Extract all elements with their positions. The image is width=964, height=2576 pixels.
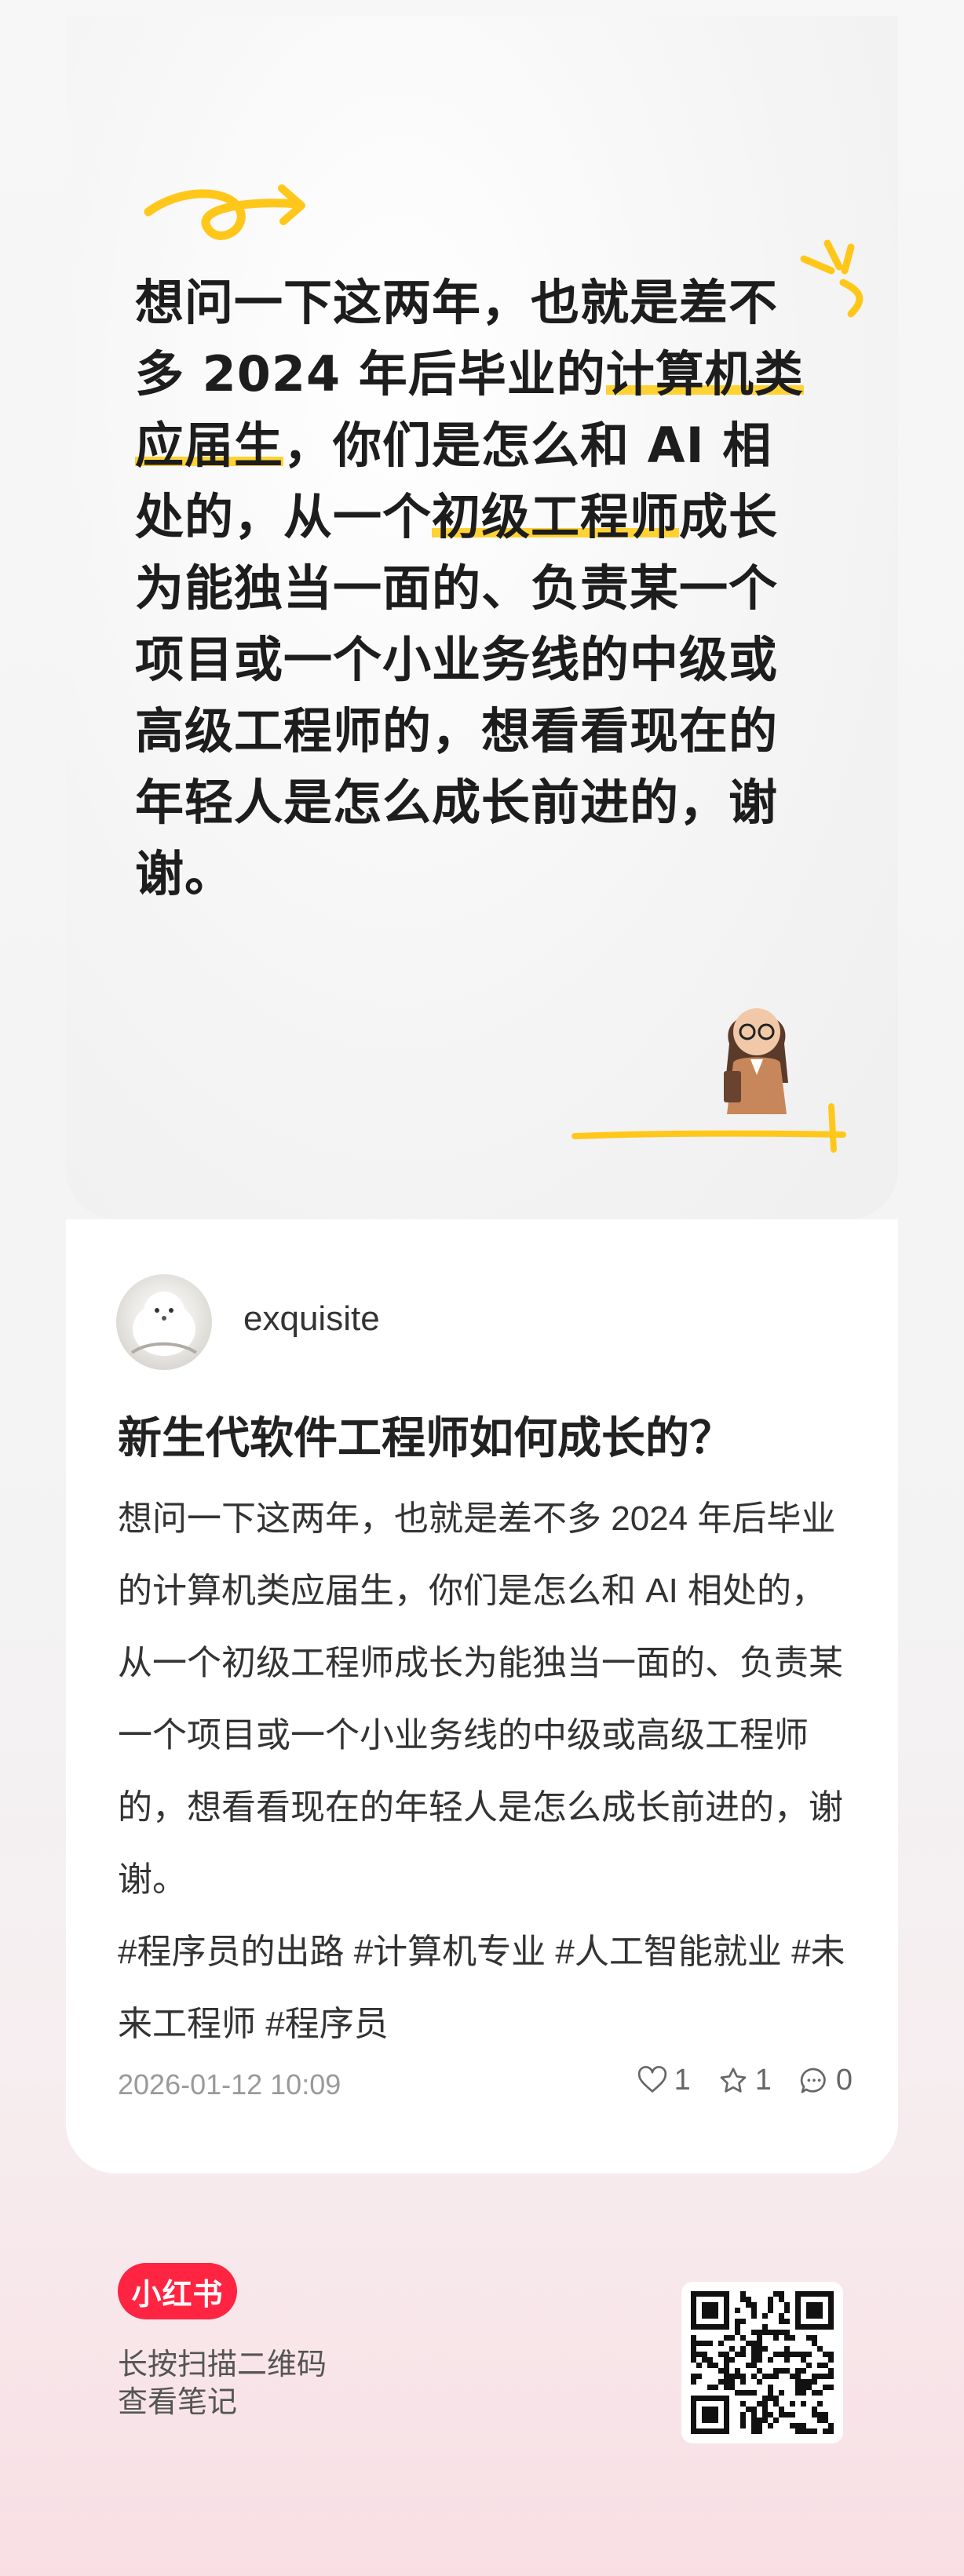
cover-text-segment: 处的，从一个 xyxy=(135,488,433,545)
highlighted-keyword: 计算机类 xyxy=(605,345,804,403)
cover-text-line: 为能独当一面的、负责某一个 xyxy=(135,552,834,624)
xiaohongshu-logo: 小红书 xyxy=(118,2263,237,2319)
like-count: 1 xyxy=(674,2064,691,2097)
cover-text-segment: 谢。 xyxy=(135,845,235,902)
post-timestamp: 2026-01-12 10:09 xyxy=(118,2068,341,2101)
comment-count: 0 xyxy=(835,2064,853,2097)
post-stats: 1 1 0 xyxy=(637,2064,853,2097)
highlighted-keyword: 初级工程师 xyxy=(432,488,680,545)
favorite-count: 1 xyxy=(754,2064,772,2097)
cover-text-segment: 年轻人是怎么成长前进的，谢 xyxy=(135,774,779,831)
cover-text-segment: ，你们是怎么和 AI 相 xyxy=(283,417,772,474)
cover-text-line: 应届生，你们是怎么和 AI 相 xyxy=(135,410,834,481)
qr-code[interactable] xyxy=(681,2282,843,2443)
comment-icon xyxy=(800,2068,826,2093)
favorite-button[interactable]: 1 xyxy=(718,2064,772,2097)
username[interactable]: exquisite xyxy=(243,1299,380,1339)
cover-text-line: 年轻人是怎么成长前进的，谢 xyxy=(135,767,834,838)
cover-text-line: 项目或一个小业务线的中级或 xyxy=(135,624,834,695)
post-tags[interactable]: #程序员的出路 #计算机专业 #人工智能就业 #未来工程师 #程序员 xyxy=(118,1933,845,2043)
post-title: 新生代软件工程师如何成长的？ xyxy=(118,1413,733,1463)
qr-code-icon xyxy=(691,2291,834,2434)
avatar[interactable] xyxy=(116,1274,212,1370)
cover-text-segment: 项目或一个小业务线的中级或 xyxy=(135,631,779,688)
cover-text-segment: 成长 xyxy=(679,488,779,545)
cover-text-segment: 高级工程师的，想看看现在的 xyxy=(135,702,779,760)
comment-button[interactable]: 0 xyxy=(798,2064,853,2097)
like-button[interactable]: 1 xyxy=(637,2064,691,2097)
note-detail-card: exquisite 新生代软件工程师如何成长的？ 想问一下这两年，也就是差不多 … xyxy=(66,1219,898,2173)
scan-qr-hint-line2: 查看笔记 xyxy=(118,2386,238,2419)
scan-qr-hint: 长按扫描二维码 查看笔记 xyxy=(118,2346,327,2421)
underline-decoration xyxy=(571,1103,846,1153)
cover-text-line: 处的，从一个初级工程师成长 xyxy=(135,481,834,552)
dog-avatar-icon xyxy=(130,1292,198,1356)
cover-text-segment: 多 2024 年后毕业的 xyxy=(135,345,606,403)
cover-text-line: 谢。 xyxy=(135,838,834,909)
cover-text-line: 高级工程师的，想看看现在的 xyxy=(135,695,834,767)
post-body-text: 想问一下这两年，也就是差不多 2024 年后毕业的计算机类应届生，你们是怎么和 … xyxy=(118,1499,843,1899)
cover-text-line: 想问一下这两年，也就是差不 xyxy=(135,267,834,338)
star-icon xyxy=(720,2067,747,2093)
cover-question-text: 想问一下这两年，也就是差不多 2024 年后毕业的计算机类 应届生，你们是怎么和 … xyxy=(135,267,834,909)
scan-qr-hint-line1: 长按扫描二维码 xyxy=(118,2348,327,2381)
cover-text-segment: 想问一下这两年，也就是差不 xyxy=(135,274,779,331)
note-cover-image: 想问一下这两年，也就是差不多 2024 年后毕业的计算机类 应届生，你们是怎么和 … xyxy=(66,16,898,1219)
post-body: 想问一下这两年，也就是差不多 2024 年后毕业的计算机类应届生，你们是怎么和 … xyxy=(118,1483,856,2060)
cover-text-line: 多 2024 年后毕业的计算机类 xyxy=(135,338,834,410)
highlighted-keyword: 应届生 xyxy=(135,417,284,474)
cover-text-segment: 为能独当一面的、负责某一个 xyxy=(135,559,779,617)
swirl-arrow-decoration xyxy=(144,184,305,240)
heart-icon xyxy=(637,2065,666,2093)
